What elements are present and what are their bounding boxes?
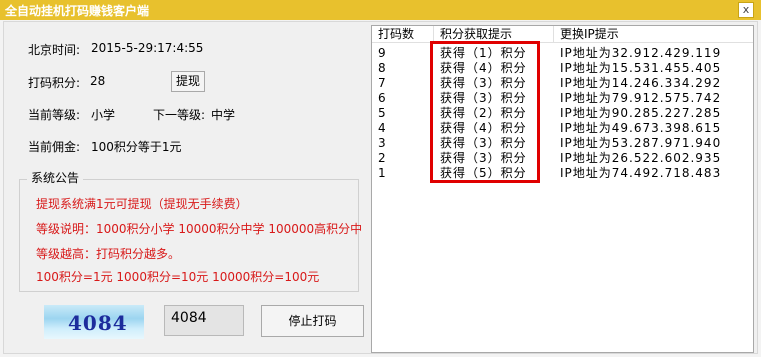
captcha-image: 4084 — [44, 305, 144, 339]
row-ip: IP地址为26.522.602.935 — [560, 151, 722, 165]
points-label: 打码积分: — [28, 76, 81, 90]
title-bar: 全自动挂机打码赚钱客户端 x — [0, 0, 761, 20]
withdraw-button[interactable]: 提现 — [171, 71, 205, 92]
row-count: 5 — [378, 106, 386, 120]
row-ip: IP地址为14.246.334.292 — [560, 76, 722, 90]
log-table[interactable]: 打码数 积分获取提示 更换IP提示 9 获得（1）积分 IP地址为32.912.… — [371, 25, 754, 353]
window-title: 全自动挂机打码赚钱客户端 — [5, 4, 150, 18]
captcha-input[interactable]: 4084 — [164, 305, 244, 336]
row-ip: IP地址为74.492.718.483 — [560, 166, 722, 180]
highlight-box — [430, 41, 540, 183]
row-ip: IP地址为79.912.575.742 — [560, 91, 722, 105]
time-label: 北京时间: — [28, 43, 81, 57]
row-count: 4 — [378, 121, 386, 135]
row-count: 1 — [378, 166, 386, 180]
row-ip: IP地址为49.673.398.615 — [560, 121, 722, 135]
notice-line: 等级越高：打码积分越多。 — [36, 247, 181, 261]
row-ip: IP地址为90.285.227.285 — [560, 106, 722, 120]
row-count: 7 — [378, 76, 386, 90]
row-ip: IP地址为32.912.429.119 — [560, 46, 722, 60]
time-value: 2015-5-29:17:4:55 — [91, 41, 204, 55]
column-header-ip[interactable]: 更换IP提示 — [554, 26, 753, 43]
app-window: 全自动挂机打码赚钱客户端 x 北京时间: 2015-5-29:17:4:55 打… — [0, 0, 761, 357]
row-ip: IP地址为53.287.971.940 — [560, 136, 722, 150]
notice-line: 100积分=1元 1000积分=10元 10000积分=100元 — [36, 270, 320, 284]
row-ip: IP地址为15.531.455.405 — [560, 61, 722, 75]
notice-title: 系统公告 — [27, 169, 84, 186]
notice-line: 提现系统满1元可提现（提现无手续费） — [36, 197, 248, 211]
row-count: 8 — [378, 61, 386, 75]
stop-button[interactable]: 停止打码 — [261, 305, 364, 337]
captcha-image-text: 4084 — [68, 311, 128, 335]
notice-line: 等级说明：1000积分小学 10000积分中学 100000高积分中 — [36, 222, 363, 236]
row-count: 3 — [378, 136, 386, 150]
level-label: 当前等级: — [28, 108, 81, 122]
close-button[interactable]: x — [738, 2, 754, 18]
row-count: 9 — [378, 46, 386, 60]
row-count: 6 — [378, 91, 386, 105]
level-value: 小学 — [91, 108, 116, 122]
points-value: 28 — [90, 74, 106, 88]
next-level-label: 下一等级: — [153, 108, 206, 122]
row-count: 2 — [378, 151, 386, 165]
column-header-count[interactable]: 打码数 — [372, 26, 434, 43]
next-level-value: 中学 — [211, 108, 236, 122]
commission-label: 当前佣金: — [28, 140, 81, 154]
commission-value: 100积分等于1元 — [91, 140, 182, 154]
